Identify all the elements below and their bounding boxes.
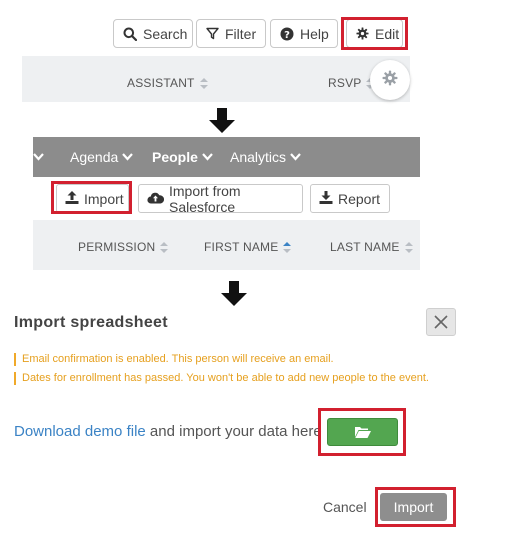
- sort-icon: [404, 241, 413, 253]
- nav-item-analytics[interactable]: Analytics: [230, 149, 301, 165]
- close-icon: [434, 315, 448, 329]
- chevron-down-icon: [122, 153, 134, 161]
- import-highlight: [51, 181, 132, 214]
- close-button[interactable]: [426, 308, 456, 336]
- gear-icon: [382, 70, 398, 91]
- edit-highlight: [341, 17, 408, 50]
- nav-item-label: People: [152, 149, 198, 165]
- column-last-name-label: LAST NAME: [330, 240, 400, 254]
- down-arrow-icon: [209, 108, 235, 133]
- nav-item-prev[interactable]: [33, 153, 44, 161]
- search-label: Search: [143, 25, 188, 42]
- chevron-down-icon: [202, 153, 213, 161]
- search-icon: [123, 27, 137, 41]
- sort-icon: [199, 77, 208, 89]
- column-permission[interactable]: PERMISSION: [78, 240, 169, 254]
- column-assistant[interactable]: ASSISTANT: [127, 76, 208, 90]
- event-nav-bar: Agenda People Analytics: [33, 137, 420, 177]
- column-settings-button[interactable]: [370, 60, 410, 100]
- report-label: Report: [338, 190, 381, 207]
- column-last-name[interactable]: LAST NAME: [330, 240, 413, 254]
- sort-icon: [160, 241, 169, 253]
- sort-ascending-icon: [283, 241, 292, 253]
- nav-item-label: Agenda: [70, 149, 119, 165]
- nav-item-people[interactable]: People: [152, 149, 213, 165]
- chevron-down-icon: [290, 153, 301, 161]
- modal-title: Import spreadsheet: [14, 314, 168, 331]
- column-rsvp[interactable]: RSVP: [328, 76, 375, 90]
- help-button[interactable]: ? Help: [270, 19, 338, 48]
- cancel-button[interactable]: Cancel: [323, 499, 367, 515]
- column-first-name-label: FIRST NAME: [204, 240, 279, 254]
- download-row: Download demo file and import your data …: [14, 423, 322, 440]
- search-button[interactable]: Search: [113, 19, 193, 48]
- column-first-name[interactable]: FIRST NAME: [204, 240, 292, 254]
- import-from-salesforce-label: Import from Salesforce: [169, 182, 241, 215]
- cloud-upload-icon: [147, 191, 165, 207]
- svg-text:?: ?: [284, 30, 290, 41]
- import-from-salesforce-button[interactable]: Import from Salesforce: [138, 182, 303, 215]
- help-icon: ?: [280, 27, 294, 41]
- report-button[interactable]: Report: [310, 184, 390, 213]
- warning-enrollment-dates: Dates for enrollment has passed. You won…: [14, 372, 429, 385]
- filter-button[interactable]: Filter: [196, 19, 266, 48]
- filter-icon: [206, 27, 219, 40]
- nav-item-agenda[interactable]: Agenda: [70, 149, 134, 165]
- download-row-text: and import your data here: [145, 423, 322, 440]
- choose-file-highlight: [318, 408, 406, 456]
- download-icon: [319, 190, 333, 207]
- nav-item-label: Analytics: [230, 149, 287, 165]
- column-rsvp-label: RSVP: [328, 76, 362, 90]
- download-demo-file-link[interactable]: Download demo file: [14, 423, 146, 440]
- filter-label: Filter: [225, 25, 257, 42]
- warning-email-confirmation: Email confirmation is enabled. This pers…: [14, 353, 334, 366]
- column-assistant-label: ASSISTANT: [127, 76, 195, 90]
- import-submit-highlight: [375, 487, 456, 527]
- down-arrow-icon: [221, 281, 247, 306]
- column-permission-label: PERMISSION: [78, 240, 156, 254]
- chevron-down-icon: [33, 153, 44, 161]
- help-label: Help: [300, 25, 329, 42]
